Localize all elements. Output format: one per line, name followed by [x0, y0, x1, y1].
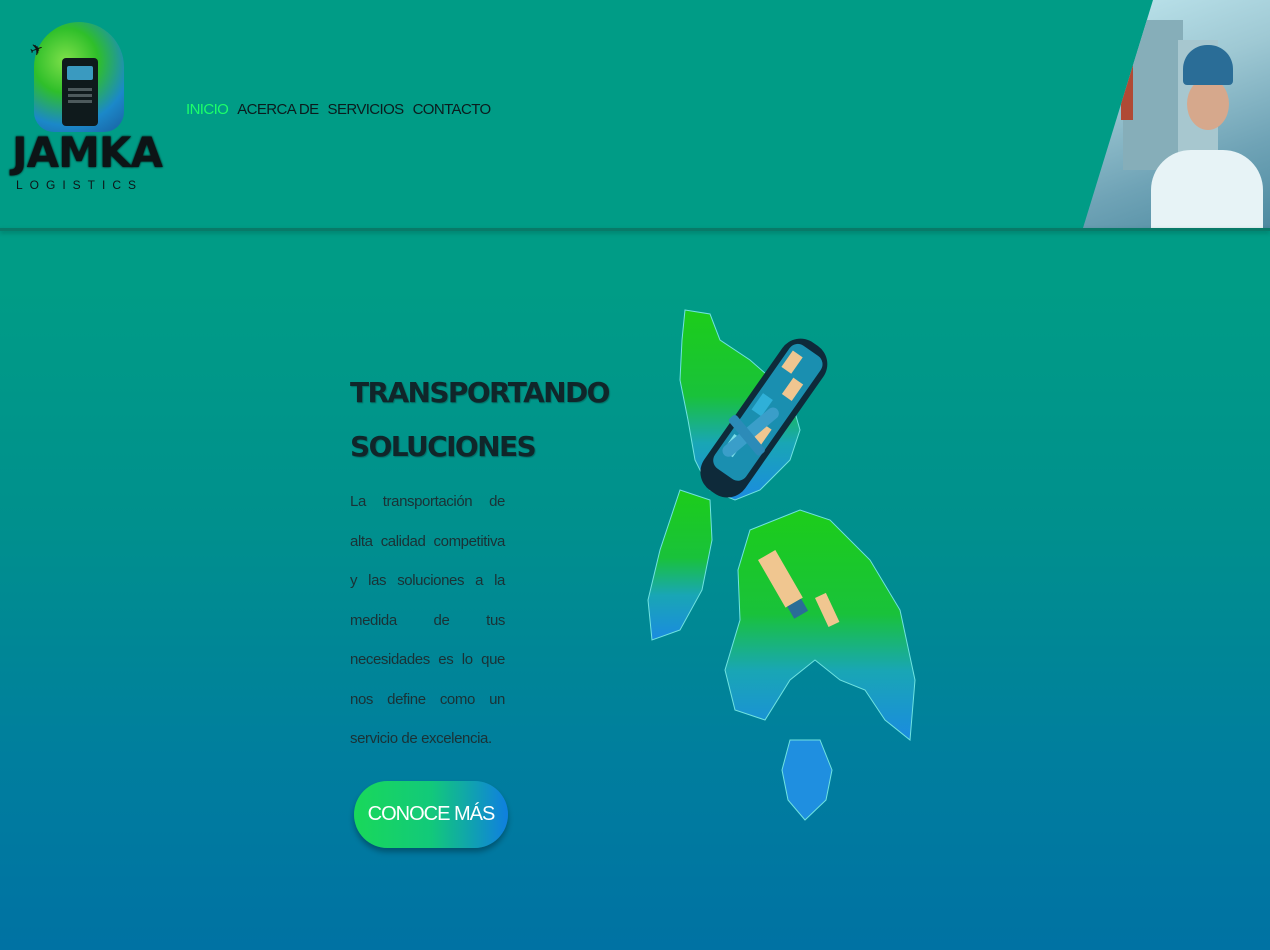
header: ✈ JAMKA LOGISTICS INICIO ACERCA DE SERVI… — [0, 0, 1270, 228]
nav-item-acerca-de[interactable]: ACERCA DE — [237, 101, 319, 118]
truck-icon — [62, 58, 98, 126]
header-photo — [1083, 0, 1270, 228]
logo[interactable]: ✈ JAMKA LOGISTICS — [12, 18, 163, 198]
logo-text: JAMKA — [12, 128, 163, 177]
world-map-illustration — [647, 309, 916, 821]
header-divider — [0, 228, 1270, 231]
logo-subtitle: LOGISTICS — [15, 178, 143, 192]
nav-item-servicios[interactable]: SERVICIOS — [328, 101, 405, 118]
hero-title-line-2: SOLUCIONES — [350, 430, 537, 463]
conoce-mas-button[interactable]: CONOCE MÁS — [354, 781, 508, 848]
europe-africa-shape — [724, 509, 916, 741]
nav-item-contacto[interactable]: CONTACTO — [413, 101, 492, 118]
south-america-shape — [647, 489, 713, 641]
hero-title: TRANSPORTANDO SOLUCIONES — [350, 366, 610, 474]
main-nav: INICIO ACERCA DE SERVICIOS CONTACTO — [186, 101, 491, 118]
nav-item-inicio[interactable]: INICIO — [186, 101, 229, 118]
hero-description: La transportación de alta calidad compet… — [350, 493, 505, 747]
hero-title-line-1: TRANSPORTANDO — [350, 376, 610, 409]
australia-shape — [781, 739, 833, 821]
